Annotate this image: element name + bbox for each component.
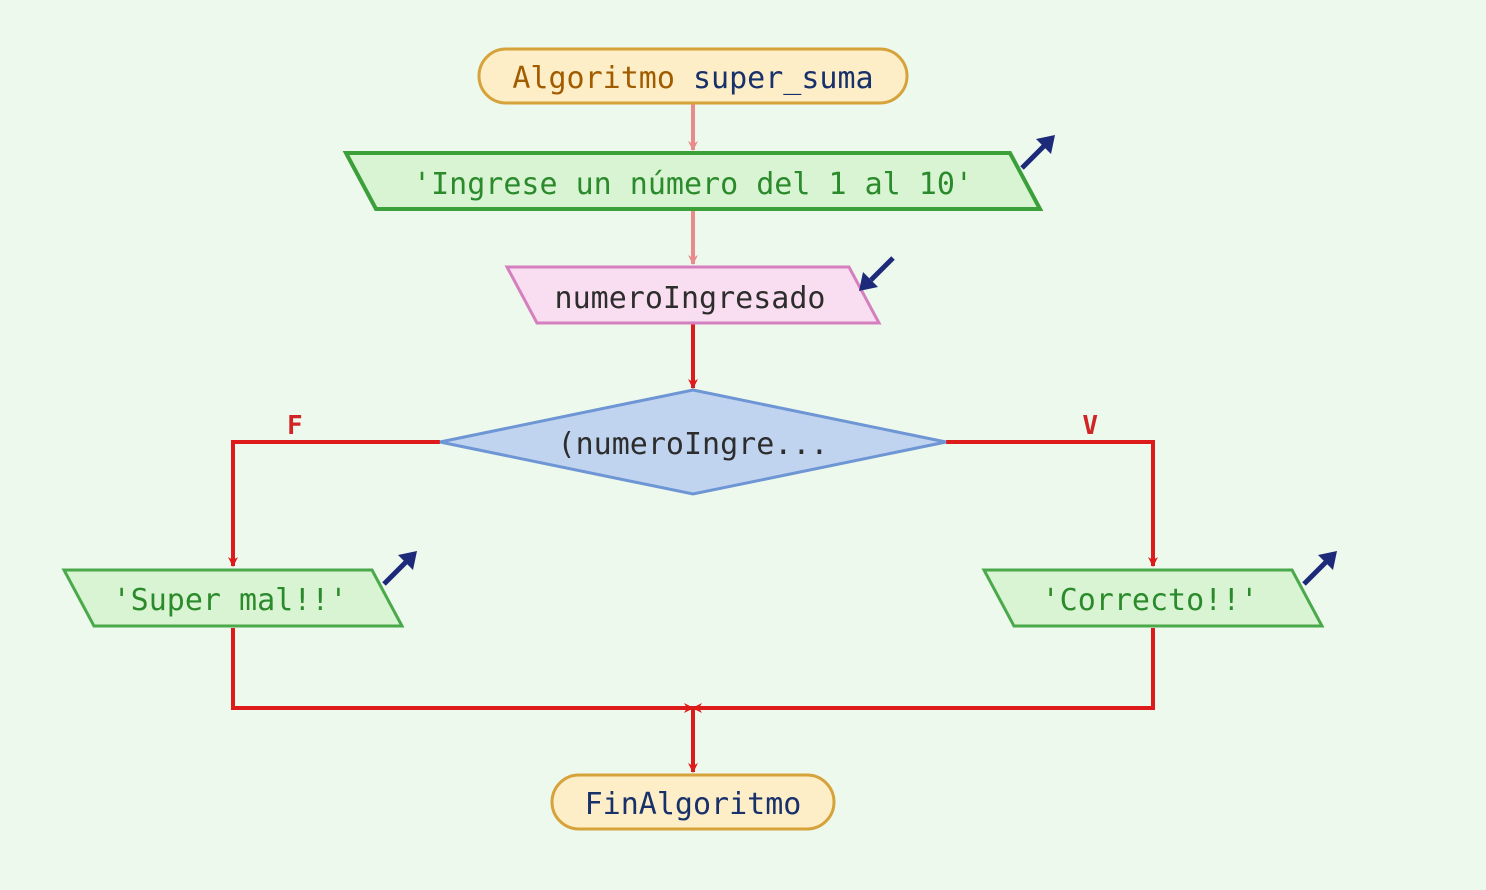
false-output-node: 'Super mal!!' [64, 551, 417, 626]
edge-false-to-merge [233, 628, 693, 708]
input-variable: numeroIngresado [555, 281, 826, 316]
input-arrow-icon [859, 258, 893, 291]
edge-decision-false [233, 442, 440, 566]
svg-text:Algoritmo super_suma: Algoritmo super_suma [512, 61, 873, 96]
decision-node: (numeroIngre... [440, 390, 946, 494]
end-node: FinAlgoritmo [552, 775, 834, 829]
decision-true-label: V [1082, 411, 1098, 441]
start-name: super_suma [693, 61, 874, 96]
flowchart-canvas: F V Algoritmo super_suma 'Ingrese un núm… [0, 0, 1486, 890]
input-node: numeroIngresado [507, 258, 893, 323]
edge-decision-true [946, 442, 1153, 566]
true-output-text: 'Correcto!!' [1042, 583, 1259, 618]
prompt-output-node: 'Ingrese un número del 1 al 10' [346, 135, 1055, 209]
end-keyword: FinAlgoritmo [585, 787, 802, 822]
decision-text: (numeroIngre... [558, 427, 829, 462]
false-output-text: 'Super mal!!' [113, 583, 348, 618]
prompt-text: 'Ingrese un número del 1 al 10' [413, 167, 973, 202]
start-node: Algoritmo super_suma [479, 49, 907, 103]
true-output-node: 'Correcto!!' [984, 551, 1337, 626]
output-arrow-icon [1022, 135, 1055, 168]
output-arrow-icon [384, 551, 417, 584]
decision-false-label: F [287, 411, 303, 441]
edge-true-to-merge [693, 628, 1153, 708]
output-arrow-icon [1304, 551, 1337, 584]
start-keyword: Algoritmo [512, 61, 675, 96]
